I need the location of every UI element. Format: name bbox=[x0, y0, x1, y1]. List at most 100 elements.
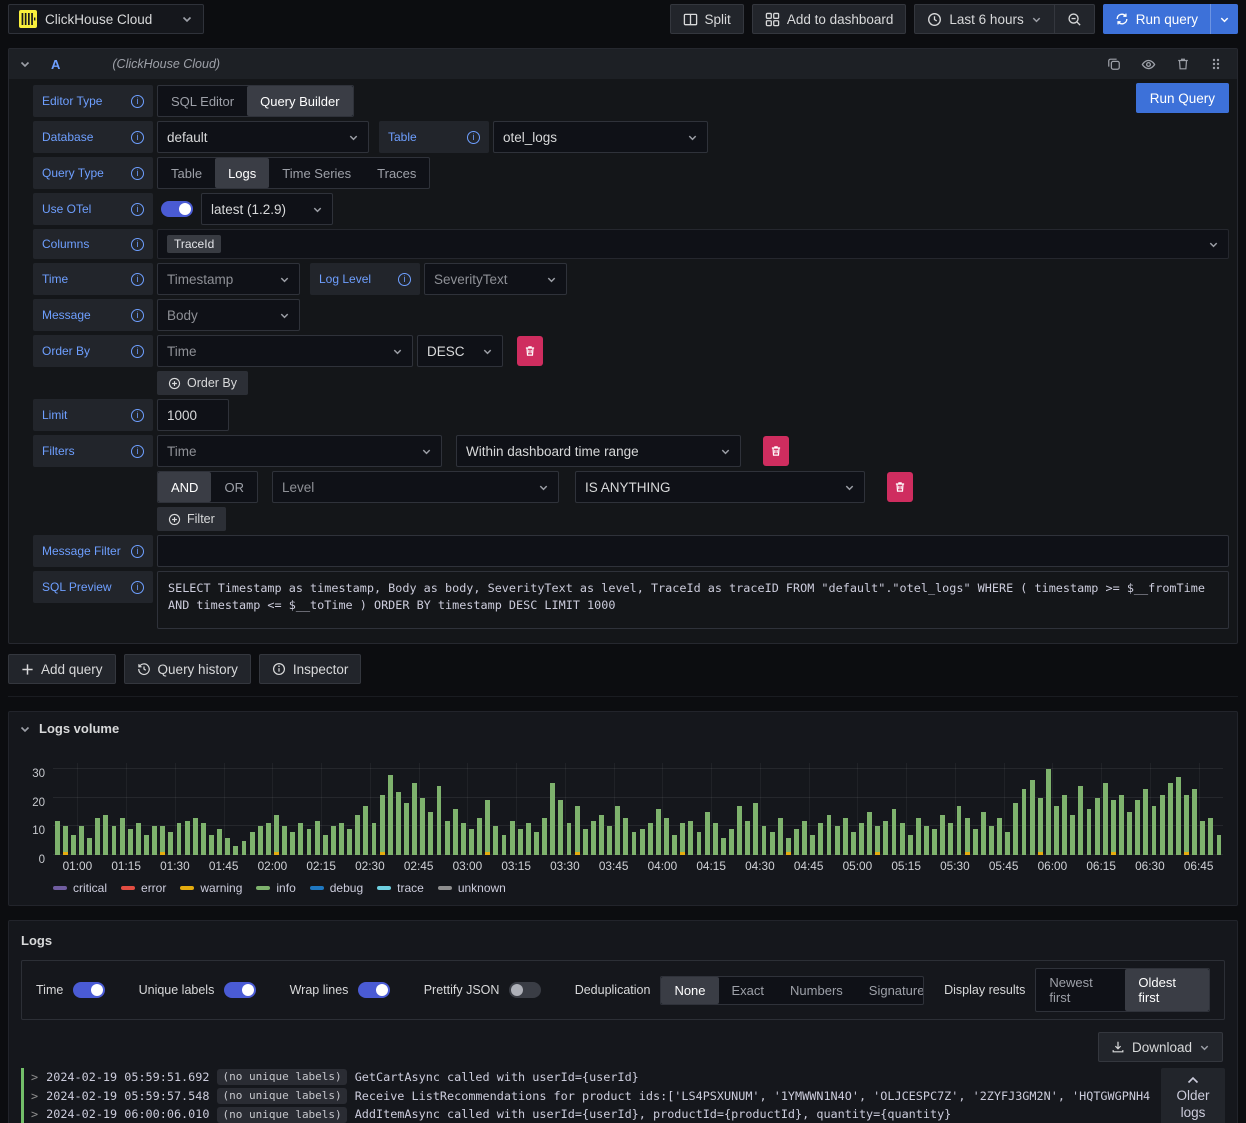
table-select[interactable]: otel_logs bbox=[493, 121, 708, 153]
info-icon[interactable]: i bbox=[131, 444, 144, 458]
filter2-field-select[interactable]: Level bbox=[271, 471, 559, 503]
database-select[interactable]: default bbox=[157, 121, 369, 153]
query-history-button[interactable]: Query history bbox=[123, 654, 251, 684]
volume-bar bbox=[379, 794, 385, 855]
volume-bar bbox=[1102, 783, 1108, 855]
legend-item-critical[interactable]: critical bbox=[53, 881, 107, 895]
zoom-out-button[interactable] bbox=[1054, 4, 1095, 34]
duplicate-query-icon[interactable] bbox=[1102, 57, 1126, 71]
drag-handle-icon[interactable] bbox=[1205, 57, 1227, 71]
order-by-field-select[interactable]: Time bbox=[157, 335, 413, 367]
info-icon[interactable]: i bbox=[398, 272, 411, 286]
legend-item-debug[interactable]: debug bbox=[309, 881, 363, 895]
otel-version-select[interactable]: latest (1.2.9) bbox=[201, 193, 333, 225]
expand-row-icon[interactable]: > bbox=[31, 1105, 38, 1123]
info-icon[interactable]: i bbox=[131, 272, 144, 286]
info-icon[interactable]: i bbox=[131, 408, 144, 422]
chevron-down-icon bbox=[392, 346, 403, 357]
run-query-dropdown-button[interactable] bbox=[1210, 4, 1238, 34]
query-type-logs[interactable]: Logs bbox=[215, 158, 270, 188]
volume-bar bbox=[1167, 783, 1173, 855]
add-to-dashboard-button[interactable]: Add to dashboard bbox=[751, 4, 907, 34]
legend-item-unknown[interactable]: unknown bbox=[437, 881, 506, 895]
remove-order-by-button[interactable] bbox=[517, 336, 543, 366]
legend-item-error[interactable]: error bbox=[121, 881, 166, 895]
time-range-button[interactable]: Last 6 hours bbox=[914, 4, 1055, 34]
volume-bar bbox=[168, 832, 174, 855]
editor-type-query-builder[interactable]: Query Builder bbox=[247, 86, 353, 116]
order-by-direction-select[interactable]: DESC bbox=[417, 335, 503, 367]
delete-query-trash-icon[interactable] bbox=[1171, 57, 1195, 71]
info-icon[interactable]: i bbox=[131, 580, 144, 594]
inspector-button[interactable]: Inspector bbox=[258, 654, 362, 684]
info-icon[interactable]: i bbox=[131, 94, 144, 108]
collapse-chevron-icon[interactable] bbox=[19, 58, 31, 70]
filter2-operator-select[interactable]: IS ANYTHING bbox=[574, 471, 865, 503]
expand-row-icon[interactable]: > bbox=[31, 1068, 38, 1087]
display-newest-first[interactable]: Newest first bbox=[1036, 969, 1125, 1011]
info-icon[interactable]: i bbox=[467, 130, 480, 144]
log-row[interactable]: >2024-02-19 05:59:51.692 (no unique label… bbox=[21, 1068, 1153, 1087]
hide-query-eye-icon[interactable] bbox=[1136, 57, 1161, 72]
add-query-button[interactable]: Add query bbox=[8, 654, 116, 684]
log-level-select[interactable]: SeverityText bbox=[424, 263, 567, 295]
columns-label: Columns i bbox=[33, 229, 153, 259]
display-oldest-first[interactable]: Oldest first bbox=[1125, 969, 1209, 1011]
legend-item-trace[interactable]: trace bbox=[377, 881, 424, 895]
add-filter-button[interactable]: Filter bbox=[157, 507, 226, 531]
time-column-select[interactable]: Timestamp bbox=[157, 263, 300, 295]
query-type-time-series[interactable]: Time Series bbox=[269, 158, 364, 188]
split-button[interactable]: Split bbox=[669, 4, 744, 34]
dedup-none[interactable]: None bbox=[661, 976, 719, 1004]
time-toggle-label: Time bbox=[36, 983, 64, 997]
older-logs-button[interactable]: Older logs bbox=[1161, 1068, 1225, 1123]
collapse-chevron-icon[interactable] bbox=[19, 723, 31, 735]
info-icon[interactable]: i bbox=[131, 202, 144, 216]
query-type-traces[interactable]: Traces bbox=[364, 158, 429, 188]
query-row-header[interactable]: A (ClickHouse Cloud) bbox=[9, 49, 1237, 79]
use-otel-toggle[interactable] bbox=[161, 201, 193, 217]
info-icon[interactable]: i bbox=[131, 237, 144, 251]
query-type-table[interactable]: Table bbox=[158, 158, 215, 188]
query-type-switch: Table Logs Time Series Traces bbox=[157, 157, 431, 189]
conjunction-or[interactable]: OR bbox=[211, 472, 257, 502]
run-query-button[interactable]: Run query bbox=[1102, 4, 1210, 34]
remove-filter-button[interactable] bbox=[763, 436, 789, 466]
limit-input[interactable] bbox=[157, 399, 229, 431]
download-button[interactable]: Download bbox=[1097, 1032, 1223, 1062]
add-order-by-button[interactable]: Order By bbox=[157, 371, 249, 395]
conjunction-and[interactable]: AND bbox=[158, 472, 212, 502]
wrap-lines-toggle[interactable] bbox=[358, 982, 391, 998]
filter-operator-select[interactable]: Within dashboard time range bbox=[456, 435, 741, 467]
logs-volume-chart[interactable] bbox=[53, 763, 1223, 855]
log-row[interactable]: >2024-02-19 06:00:06.010 (no unique label… bbox=[21, 1105, 1153, 1123]
info-icon[interactable]: i bbox=[131, 344, 144, 358]
info-icon[interactable]: i bbox=[131, 166, 144, 180]
columns-multiselect[interactable]: TraceId bbox=[157, 229, 1229, 259]
info-icon[interactable]: i bbox=[131, 130, 144, 144]
legend-item-info[interactable]: info bbox=[256, 881, 296, 895]
dedup-signature[interactable]: Signature bbox=[856, 977, 923, 1004]
editor-type-sql-editor[interactable]: SQL Editor bbox=[158, 86, 247, 116]
prettify-json-toggle[interactable] bbox=[509, 982, 542, 998]
dedup-exact[interactable]: Exact bbox=[719, 977, 778, 1004]
logs-volume-header[interactable]: Logs volume bbox=[9, 712, 1237, 745]
filter-field-select[interactable]: Time bbox=[157, 435, 442, 467]
message-filter-input[interactable] bbox=[157, 535, 1229, 567]
info-icon[interactable]: i bbox=[131, 544, 144, 558]
log-row[interactable]: >2024-02-19 05:59:57.548 (no unique label… bbox=[21, 1086, 1153, 1106]
expand-row-icon[interactable]: > bbox=[31, 1087, 38, 1106]
volume-bar bbox=[631, 832, 637, 855]
panel-run-query-button[interactable]: Run Query bbox=[1135, 83, 1229, 113]
time-toggle[interactable] bbox=[73, 982, 106, 998]
wrap-lines-toggle-label: Wrap lines bbox=[289, 983, 349, 997]
info-icon[interactable]: i bbox=[131, 308, 144, 322]
message-column-select[interactable]: Body bbox=[157, 299, 300, 331]
volume-bar bbox=[339, 823, 344, 855]
datasource-picker[interactable]: ClickHouse Cloud bbox=[8, 4, 204, 34]
remove-filter2-button[interactable] bbox=[886, 472, 913, 502]
unique-labels-toggle[interactable] bbox=[224, 982, 257, 998]
legend-item-warning[interactable]: warning bbox=[180, 881, 242, 895]
column-chip[interactable]: TraceId bbox=[167, 235, 222, 253]
dedup-numbers[interactable]: Numbers bbox=[777, 977, 856, 1004]
